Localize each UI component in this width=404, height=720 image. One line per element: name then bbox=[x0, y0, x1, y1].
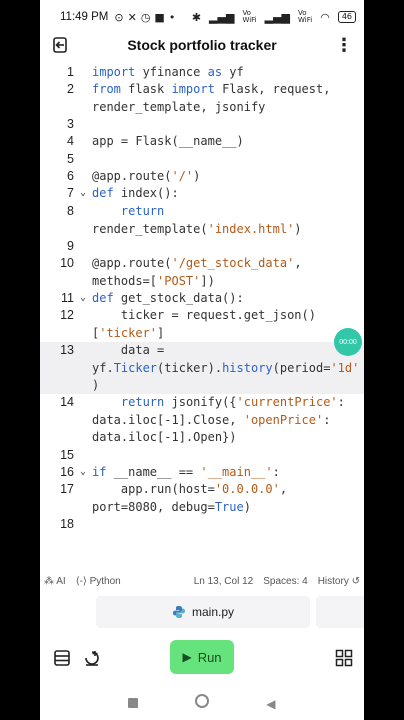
code-line: 7 ⌄ def index(): bbox=[40, 185, 364, 203]
code-text: return render_template('index.html') bbox=[92, 204, 302, 236]
code-text: app = Flask(__name__) bbox=[92, 134, 244, 148]
code-line: 9 bbox=[67, 239, 74, 253]
code-line: 11 ⌄ def get_stock_data(): bbox=[40, 290, 364, 308]
app-bar: Stock portfolio tracker ⋮ bbox=[40, 30, 364, 60]
code-line-active: 13 data = yf.Ticker(ticker).history(peri… bbox=[40, 342, 364, 394]
recents-button[interactable] bbox=[128, 693, 139, 712]
code-line: 15 bbox=[60, 448, 74, 462]
exit-icon bbox=[53, 37, 67, 53]
camera-icon: ■ bbox=[154, 10, 165, 24]
code-line: 4 app = Flask(__name__) bbox=[40, 133, 364, 151]
timer-badge[interactable]: 00:00 bbox=[334, 328, 362, 356]
phone-screen: 11:49 PM ⊙ ✕ ◷ ■ • ✱ ▂▄▆ Vo WiFi ▂▄▆ Vo … bbox=[40, 0, 364, 720]
bluetooth-icon: ✱ bbox=[191, 10, 202, 24]
history-button[interactable]: History ↺ bbox=[318, 576, 360, 587]
tab-main-py[interactable]: main.py bbox=[96, 596, 310, 628]
code-line: 16 ⌄ if __name__ == '__main__': bbox=[40, 464, 364, 482]
status-right: ✱ ▂▄▆ Vo WiFi ▂▄▆ Vo WiFi ◠ 46 bbox=[192, 10, 356, 24]
square-icon bbox=[128, 697, 139, 708]
code-text: if __name__ == '__main__': bbox=[92, 465, 280, 479]
apps-grid-button[interactable] bbox=[332, 646, 356, 670]
files-button[interactable] bbox=[50, 646, 74, 670]
code-text: data = yf.Ticker(ticker).history(period=… bbox=[92, 343, 360, 392]
python-icon bbox=[172, 606, 185, 618]
more-options-button[interactable]: ⋮ bbox=[324, 35, 364, 56]
code-text: @app.route('/get_stock_data', methods=['… bbox=[92, 256, 302, 288]
code-line: 17 app.run(host='0.0.0.0', port=8080, de… bbox=[40, 481, 364, 516]
new-file-button[interactable] bbox=[80, 646, 104, 670]
exit-button[interactable] bbox=[40, 36, 80, 54]
code-text: def get_stock_data(): bbox=[92, 291, 244, 305]
grid-icon bbox=[335, 649, 353, 667]
file-tab-bar: main.py bbox=[40, 596, 364, 630]
add-file-icon bbox=[85, 651, 99, 666]
code-line: 2 from flask import Flask, request, rende… bbox=[40, 81, 364, 116]
run-label: Run bbox=[197, 649, 222, 665]
triangle-back-icon: ◀ bbox=[266, 696, 276, 711]
status-bar: 11:49 PM ⊙ ✕ ◷ ■ • ✱ ▂▄▆ Vo WiFi ▂▄▆ Vo … bbox=[40, 0, 364, 34]
ai-button[interactable]: ⁂ AI bbox=[44, 576, 66, 587]
page-title: Stock portfolio tracker bbox=[127, 37, 277, 53]
vowifi-icon-1: Vo WiFi bbox=[242, 9, 257, 24]
code-text: @app.route('/') bbox=[92, 169, 201, 183]
alarm-icon: ◷ bbox=[140, 10, 151, 24]
code-text: import yfinance as yf bbox=[92, 65, 244, 79]
code-line: 10 @app.route('/get_stock_data', methods=… bbox=[40, 255, 364, 290]
system-nav-bar: ◀ bbox=[40, 684, 364, 720]
code-line: 14 return jsonify({'currentPrice': data.… bbox=[40, 394, 364, 447]
dot-icon: • bbox=[168, 10, 176, 24]
tab-secondary[interactable] bbox=[316, 596, 364, 628]
mute-icon: ✕ bbox=[127, 10, 137, 24]
code-text: from flask import Flask, request, render… bbox=[92, 82, 331, 114]
code-line: 1 import yfinance as yf bbox=[40, 64, 364, 82]
bottom-toolbar: ▶ Run bbox=[40, 636, 364, 680]
fold-chevron-icon[interactable]: ⌄ bbox=[74, 464, 92, 482]
cursor-position[interactable]: Ln 13, Col 12 bbox=[194, 576, 254, 587]
run-button[interactable]: ▶ Run bbox=[170, 640, 234, 674]
sync-icon: ⊙ bbox=[114, 10, 124, 24]
code-editor[interactable]: 1 import yfinance as yf 2 from flask impor… bbox=[40, 60, 364, 570]
code-text: def index(): bbox=[92, 186, 179, 200]
code-brackets-icon: ⟨-⟩ bbox=[75, 575, 87, 587]
code-line: 18 bbox=[60, 517, 74, 531]
history-icon: ↺ bbox=[351, 575, 360, 587]
code-text: return jsonify({'currentPrice': data.ilo… bbox=[92, 395, 345, 444]
battery-icon: 46 bbox=[337, 11, 356, 23]
play-icon: ▶ bbox=[182, 650, 192, 664]
fold-chevron-icon[interactable]: ⌄ bbox=[74, 185, 92, 203]
indent-setting[interactable]: Spaces: 4 bbox=[263, 576, 307, 587]
code-text: app.run(host='0.0.0.0', port=8080, debug… bbox=[92, 482, 288, 514]
code-line: 3 bbox=[67, 117, 74, 131]
tab-filename: main.py bbox=[191, 605, 235, 619]
back-button[interactable]: ◀ bbox=[266, 693, 275, 712]
code-line: 6 @app.route('/') bbox=[40, 168, 364, 186]
home-button[interactable] bbox=[195, 693, 210, 712]
circle-icon bbox=[195, 693, 210, 708]
language-button[interactable]: ⟨-⟩ Python bbox=[76, 576, 121, 587]
wifi-icon: ◠ bbox=[320, 10, 330, 24]
signal-icon-1: ▂▄▆ bbox=[209, 10, 235, 24]
signal-icon-2: ▂▄▆ bbox=[264, 10, 291, 24]
sparkle-icon: ⁂ bbox=[44, 575, 54, 587]
code-text: ticker = request.get_json() ['ticker'] bbox=[92, 308, 316, 340]
database-icon bbox=[54, 650, 70, 666]
vowifi-icon-2: Vo WiFi bbox=[298, 9, 313, 24]
fold-chevron-icon[interactable]: ⌄ bbox=[74, 290, 92, 308]
code-line: 5 bbox=[67, 152, 74, 166]
status-time: 11:49 PM bbox=[60, 11, 109, 23]
code-line: 12 ticker = request.get_json() ['ticker'… bbox=[40, 307, 364, 342]
editor-status-bar: ⁂ AI ⟨-⟩ Python Ln 13, Col 12 Spaces: 4 … bbox=[40, 570, 364, 592]
code-line: 8 return render_template('index.html') bbox=[40, 203, 364, 238]
kebab-menu-icon: ⋮ bbox=[335, 34, 353, 56]
